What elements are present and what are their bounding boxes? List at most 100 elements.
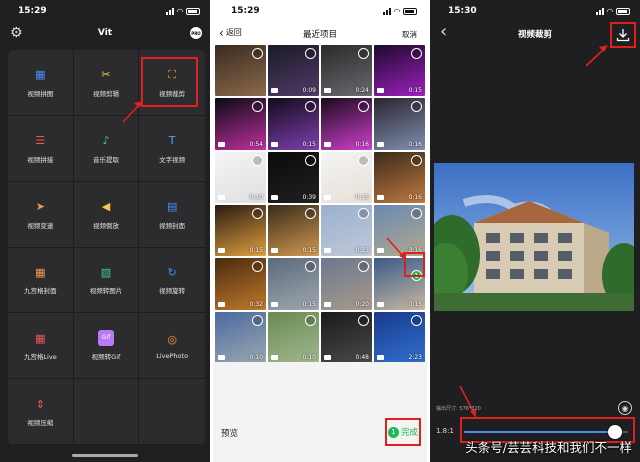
- select-circle-icon[interactable]: [252, 314, 263, 326]
- photo-thumbnail[interactable]: 0:48: [321, 311, 372, 363]
- tool-item[interactable]: ◀ 视频倒放: [73, 181, 140, 248]
- tool-item[interactable]: ▦ 九宫格Live: [8, 313, 74, 380]
- tool-item[interactable]: ▦ 九宫格封面: [8, 247, 74, 314]
- tool-item[interactable]: ☰ 视频拼接: [8, 115, 74, 182]
- tool-label: 视频裁剪: [159, 89, 186, 98]
- photo-grid: 0:09 0:24 0:15 0:54 0:15 0:16 0:16 0:10 0:39 0:15…: [215, 45, 425, 363]
- photo-thumbnail[interactable]: 0:15: [321, 151, 372, 203]
- tool-item[interactable]: ✂ 视频剪辑: [73, 50, 140, 116]
- video-duration: 0:15: [302, 247, 316, 255]
- select-circle-icon[interactable]: 1: [411, 270, 422, 282]
- select-circle-icon[interactable]: [411, 314, 422, 326]
- video-camera-icon: [271, 248, 278, 254]
- photo-thumbnail[interactable]: 0:15: [215, 204, 266, 257]
- video-camera-icon: [271, 301, 278, 307]
- photo-thumbnail[interactable]: 0:10: [268, 311, 319, 363]
- select-circle-icon[interactable]: [252, 261, 263, 273]
- tool-item[interactable]: ⇕ 视频压缩: [8, 379, 74, 445]
- photo-thumbnail[interactable]: 0:15: [374, 45, 425, 97]
- photo-thumbnail[interactable]: 0:10: [215, 311, 266, 363]
- select-circle-icon[interactable]: [411, 207, 422, 219]
- crop-screen: 15:30 ◠ ‹ 视频裁剪 输出尺寸: 576*320 ◉ 1.8:1 头条号…: [430, 0, 640, 462]
- scissors-icon: ✂: [101, 68, 111, 82]
- select-circle-icon[interactable]: [305, 48, 316, 59]
- select-circle-icon[interactable]: [305, 154, 316, 166]
- video-duration: 0:09: [302, 87, 316, 95]
- tool-item[interactable]: ▤ 视频封面: [139, 182, 205, 248]
- select-circle-icon[interactable]: [252, 207, 263, 219]
- tool-item[interactable]: ▦ 视频拼图: [8, 50, 74, 116]
- preview-button[interactable]: 预览: [221, 427, 238, 439]
- video-duration: 0:39: [302, 193, 316, 201]
- tool-label: 九宫格Live: [23, 353, 57, 362]
- photo-thumbnail[interactable]: 0:15: [268, 258, 319, 310]
- photo-thumbnail[interactable]: 0:23: [321, 204, 372, 257]
- photo-thumbnail[interactable]: 0:15: [268, 204, 319, 257]
- app-title: Vit: [97, 28, 113, 38]
- video-camera-icon: [377, 248, 384, 254]
- cancel-button[interactable]: 取消: [402, 29, 417, 40]
- video-camera-icon: [377, 88, 384, 94]
- select-circle-icon[interactable]: [305, 261, 316, 273]
- select-circle-icon[interactable]: [358, 207, 369, 219]
- photo-thumbnail[interactable]: 0:15: [268, 98, 319, 150]
- photo-thumbnail[interactable]: 0:32: [215, 258, 266, 310]
- tool-item[interactable]: ⛶ 视频裁剪: [139, 50, 205, 116]
- select-circle-icon[interactable]: [305, 207, 316, 219]
- photo-thumbnail[interactable]: 0:20: [321, 258, 372, 310]
- photo-thumbnail[interactable]: 2:23: [374, 311, 425, 363]
- select-circle-icon[interactable]: [358, 261, 369, 273]
- photo-thumbnail[interactable]: 0:39: [268, 151, 319, 203]
- gif-icon: Gif: [97, 330, 114, 347]
- select-circle-icon[interactable]: [411, 101, 422, 113]
- empty-cell: [139, 379, 205, 445]
- crop-icon: ⛶: [168, 68, 176, 82]
- preview-toggle-icon[interactable]: ◉: [618, 401, 632, 415]
- select-circle-icon[interactable]: [358, 154, 369, 166]
- video-camera-icon: [377, 354, 384, 360]
- tool-item[interactable]: ↻ 视频旋转: [139, 248, 205, 314]
- tool-item[interactable]: ♪ 音乐提取: [73, 115, 140, 182]
- select-circle-icon[interactable]: [305, 314, 316, 326]
- video-preview[interactable]: [434, 163, 634, 311]
- photo-thumbnail[interactable]: 0:16: [374, 151, 425, 203]
- photo-thumbnail[interactable]: 0:16: [321, 98, 372, 150]
- photo-thumbnail[interactable]: 0:54: [215, 98, 266, 150]
- tool-item[interactable]: ➤ 视频变速: [8, 181, 74, 248]
- photo-thumbnail[interactable]: 3:16: [374, 204, 425, 257]
- status-time: 15:29: [231, 6, 260, 16]
- select-circle-icon[interactable]: [252, 48, 263, 59]
- done-button[interactable]: 1 完成: [385, 418, 421, 446]
- select-circle-icon[interactable]: [411, 48, 422, 59]
- photo-thumbnail[interactable]: 1 0:15: [374, 258, 425, 310]
- tool-item[interactable]: ▨ 视频转图片: [73, 247, 140, 314]
- tool-label: 视频封面: [159, 221, 186, 230]
- video-duration: 3:16: [408, 247, 422, 255]
- livephoto-icon: ◎: [167, 332, 177, 346]
- select-circle-icon[interactable]: [252, 154, 263, 166]
- tool-label: 视频拼接: [27, 155, 54, 164]
- select-circle-icon[interactable]: [358, 48, 369, 59]
- select-circle-icon[interactable]: [305, 101, 316, 113]
- status-bar: 15:29 ◠: [213, 0, 427, 22]
- photo-thumbnail[interactable]: 0:10: [215, 151, 266, 203]
- video-duration: 2:23: [408, 353, 422, 361]
- photo-thumbnail[interactable]: 0:09: [268, 45, 319, 97]
- pro-badge[interactable]: PRO: [190, 27, 202, 39]
- download-button[interactable]: [610, 22, 636, 48]
- photo-picker-screen: 15:29 ◠ ‹ 返回 最近项目 取消 0:09 0:24 0:15 0:54 0:15…: [213, 0, 427, 462]
- select-circle-icon[interactable]: [358, 314, 369, 326]
- video-duration: 0:15: [355, 193, 369, 201]
- tool-item[interactable]: Gif 视频转Gif: [73, 313, 140, 380]
- video-duration: 0:15: [408, 87, 422, 95]
- tool-item[interactable]: T 文字视频: [139, 116, 205, 182]
- photo-thumbnail[interactable]: 0:24: [321, 45, 372, 97]
- video-camera-icon: [271, 88, 278, 94]
- video-camera-icon: [324, 248, 331, 254]
- select-circle-icon[interactable]: [358, 101, 369, 113]
- photo-thumbnail[interactable]: [215, 45, 266, 97]
- tool-item[interactable]: ◎ LivePhoto: [139, 313, 205, 380]
- photo-thumbnail[interactable]: 0:16: [374, 98, 425, 150]
- select-circle-icon[interactable]: [252, 101, 263, 113]
- select-circle-icon[interactable]: [411, 154, 422, 166]
